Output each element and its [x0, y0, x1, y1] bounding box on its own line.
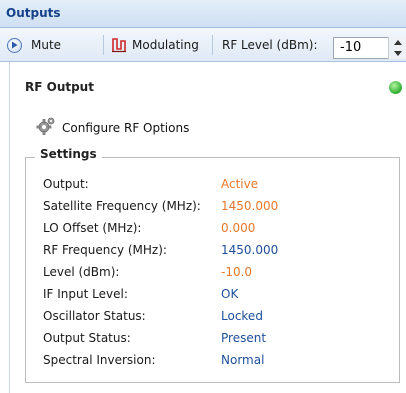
setting-label: Level (dBm): [43, 265, 120, 279]
gear-icon [36, 116, 56, 139]
setting-label: LO Offset (MHz): [43, 221, 142, 235]
toolbar-separator [103, 35, 104, 55]
setting-value: Present [221, 331, 267, 345]
setting-label: Oscillator Status: [43, 309, 146, 323]
setting-label: Output: [43, 177, 89, 191]
settings-row: Output: Active [43, 177, 258, 195]
settings-row: Level (dBm): -10.0 [43, 265, 252, 283]
settings-row: Satellite Frequency (MHz): 1450.000 [43, 199, 278, 217]
setting-label: Output Status: [43, 331, 131, 345]
status-indicator-icon [389, 81, 402, 94]
setting-label: IF Input Level: [43, 287, 128, 301]
spin-down-icon[interactable] [388, 48, 406, 59]
toolbar-separator [212, 35, 213, 55]
mute-label: Mute [31, 38, 62, 52]
settings-legend: Settings [35, 147, 102, 161]
rf-output-title: RF Output [25, 80, 94, 94]
setting-label: Spectral Inversion: [43, 353, 156, 367]
panel-header: Outputs [0, 0, 406, 28]
settings-row: Spectral Inversion: Normal [43, 353, 264, 371]
settings-row: Output Status: Present [43, 331, 266, 349]
settings-row: LO Offset (MHz): 0.000 [43, 221, 255, 239]
panel-title: Outputs [6, 6, 61, 20]
modulating-label: Modulating [132, 38, 199, 52]
modulating-button[interactable]: Modulating [111, 31, 199, 59]
setting-value: Locked [221, 309, 263, 323]
spin-up-icon[interactable] [388, 37, 406, 48]
setting-value: 1450.000 [221, 243, 279, 257]
rf-level-input[interactable]: -10 [333, 37, 393, 59]
configure-rf-options-link[interactable]: Configure RF Options [36, 116, 189, 139]
settings-row: IF Input Level: OK [43, 287, 238, 305]
setting-value: 1450.000 [221, 199, 279, 213]
modulation-icon [111, 37, 127, 53]
settings-row: RF Frequency (MHz): 1450.000 [43, 243, 278, 261]
setting-label: RF Frequency (MHz): [43, 243, 167, 257]
setting-label: Satellite Frequency (MHz): [43, 199, 201, 213]
setting-value: Active [221, 177, 259, 191]
setting-value: OK [221, 287, 239, 301]
panel-left-border [9, 62, 10, 393]
rf-level-label: RF Level (dBm): [222, 38, 318, 52]
setting-value: 0.000 [221, 221, 256, 235]
setting-value: -10.0 [221, 265, 253, 279]
mute-button[interactable]: Mute [7, 31, 61, 59]
play-circle-icon [7, 37, 22, 53]
configure-rf-options-label: Configure RF Options [62, 120, 190, 135]
rf-level-spinner[interactable] [388, 37, 406, 59]
settings-row: Oscillator Status: Locked [43, 309, 263, 327]
rf-level-label-wrap: RF Level (dBm): [222, 31, 318, 59]
setting-value: Normal [221, 353, 265, 367]
